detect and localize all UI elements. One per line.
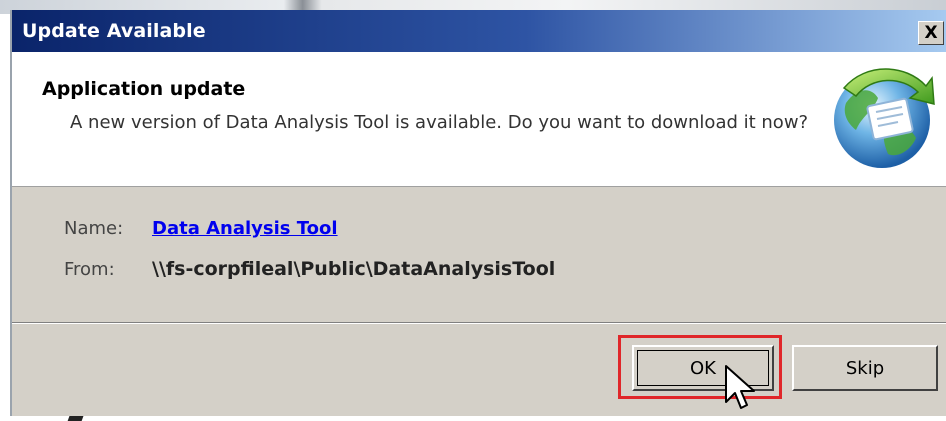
skip-button-label: Skip bbox=[845, 357, 885, 379]
skip-button[interactable]: Skip bbox=[792, 345, 938, 391]
dialog-heading: Application update bbox=[42, 78, 246, 100]
header-panel: Application update A new version of Data… bbox=[12, 52, 946, 187]
globe-update-icon bbox=[834, 68, 935, 168]
from-row: From: \\fs-corpfileal\Public\DataAnalysi… bbox=[64, 258, 555, 280]
close-button[interactable]: X bbox=[918, 21, 944, 45]
button-separator bbox=[12, 322, 946, 324]
update-dialog: Update Available X Application update A … bbox=[10, 10, 946, 416]
from-label: From: bbox=[64, 259, 115, 280]
title-bar[interactable]: Update Available X bbox=[12, 10, 946, 52]
dialog-description: A new version of Data Analysis Tool is a… bbox=[70, 112, 809, 133]
close-icon: X bbox=[924, 22, 938, 43]
source-path: \\fs-corpfileal\Public\DataAnalysisTool bbox=[152, 258, 556, 280]
name-row: Name: Data Analysis Tool bbox=[64, 218, 338, 239]
app-name-link[interactable]: Data Analysis Tool bbox=[152, 218, 338, 239]
name-label: Name: bbox=[64, 218, 124, 239]
mouse-cursor-icon bbox=[725, 365, 755, 409]
window-title: Update Available bbox=[22, 20, 206, 42]
